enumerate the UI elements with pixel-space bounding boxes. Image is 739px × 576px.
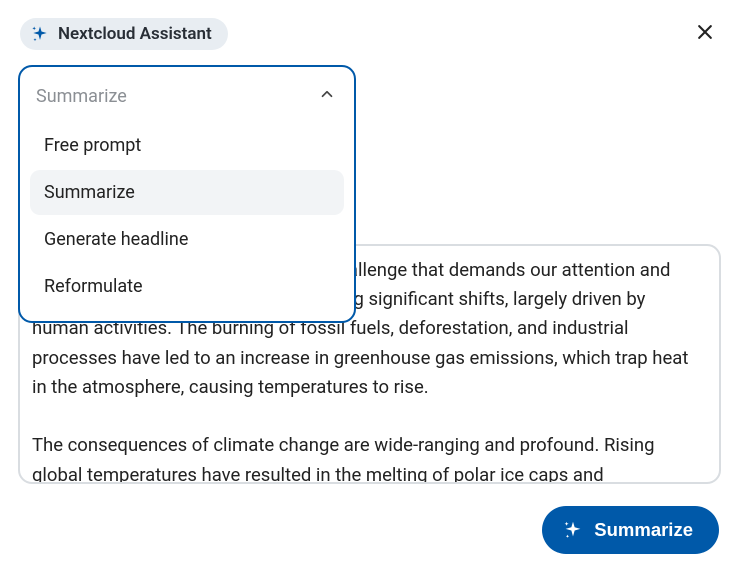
dropdown-header[interactable]: Summarize [20, 75, 354, 119]
assistant-badge[interactable]: Nextcloud Assistant [20, 18, 228, 50]
chevron-up-icon [318, 85, 336, 107]
dropdown-option-generate-headline[interactable]: Generate headline [30, 217, 344, 262]
sparkle-icon [562, 519, 584, 541]
dropdown-placeholder: Summarize [36, 86, 127, 107]
summarize-button[interactable]: Summarize [542, 506, 719, 554]
dropdown-list: Free prompt Summarize Generate headline … [20, 119, 354, 309]
sparkle-icon [30, 24, 50, 44]
task-type-dropdown[interactable]: Summarize Free prompt Summarize Generate… [18, 65, 356, 323]
close-button[interactable] [691, 18, 719, 46]
assistant-badge-label: Nextcloud Assistant [58, 24, 212, 44]
close-icon [695, 22, 715, 42]
summarize-button-label: Summarize [594, 519, 693, 541]
dropdown-option-free-prompt[interactable]: Free prompt [30, 123, 344, 168]
dropdown-option-summarize[interactable]: Summarize [30, 170, 344, 215]
dropdown-option-reformulate[interactable]: Reformulate [30, 264, 344, 309]
